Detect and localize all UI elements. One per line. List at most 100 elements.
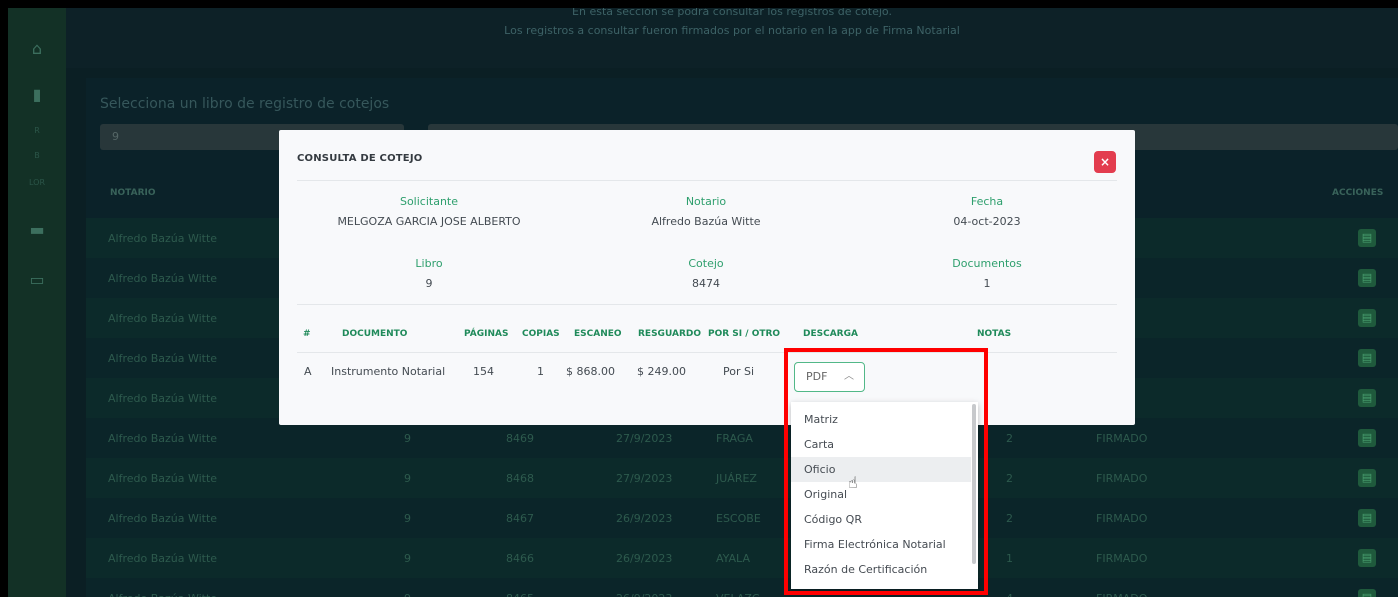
table-cell-docs: 2 [1006,472,1013,485]
table-cell-estado: FIRMADO [1096,552,1148,565]
column-header-paginas: PÁGINAS [464,329,509,339]
table-row: Alfredo Bazúa Witte 9 8468 27/9/2023 JUÁREZ 2… [86,458,1398,498]
table-cell-notario: Alfredo Bazúa Witte [108,232,218,245]
column-header-notas: NOTAS [977,329,1012,339]
table-cell-fecha: 27/9/2023 [616,432,673,445]
column-header-por-si-otro: POR SI / OTRO [708,329,781,339]
calendar-icon[interactable]: ▬ [26,221,48,239]
table-cell-fecha: 26/9/2023 [616,552,673,565]
table-cell-docs: 2 [1006,432,1013,445]
row-num: A [304,365,312,378]
table-cell-libro: 9 [404,512,411,525]
header-description: En esta sección se podrá consultar los r… [572,8,892,18]
solicitante-label: Solicitante [399,195,459,208]
sidebar-label-b: B [34,151,40,160]
view-record-icon[interactable]: ▤ [1358,309,1376,327]
table-cell-notario: Alfredo Bazúa Witte [108,432,218,445]
table-cell-notario: Alfredo Bazúa Witte [108,552,218,565]
sidebar-label-lor: LOR [28,178,46,187]
cotejo-modal: CONSULTA DE COTEJO × Solicitante MELGOZA… [279,130,1135,425]
table-cell-solicitante: AYALA [716,552,750,565]
view-record-icon[interactable]: ▤ [1358,469,1376,487]
cotejo-value: 8474 [692,277,720,290]
page-header: En esta sección se podrá consultar los r… [66,8,1398,68]
table-cell-notario: Alfredo Bazúa Witte [108,392,218,405]
table-cell-libro: 9 [404,552,411,565]
view-record-icon[interactable]: ▤ [1358,349,1376,367]
fecha-value: 04-oct-2023 [953,215,1021,228]
table-cell-estado: FIRMADO [1096,512,1148,525]
content-title: Selecciona un libro de registro de cotej… [100,96,390,112]
view-record-icon[interactable]: ▤ [1358,229,1376,247]
column-header-resguardo: RESGUARDO [638,329,701,339]
sidebar: ⌂ ▮ R B LOR ▬ ▭ [8,8,66,597]
row-copias: 1 [537,365,544,378]
view-record-icon[interactable]: ▤ [1358,509,1376,527]
view-record-icon[interactable]: ▤ [1358,269,1376,287]
column-header-escaneo: ESCANEO [574,329,622,339]
table-cell-notario: Alfredo Bazúa Witte [108,312,218,325]
table-cell-notario: Alfredo Bazúa Witte [108,472,218,485]
notario-label: Notario [685,195,727,208]
table-cell-libro: 9 [404,592,411,597]
row-resguardo: $ 249.00 [637,365,686,378]
sidebar-label-r: R [34,126,40,135]
table-row: Alfredo Bazúa Witte 9 8466 26/9/2023 AYALA 1 F… [86,538,1398,578]
column-header-documento: DOCUMENTO [342,329,408,339]
table-cell-notario: Alfredo Bazúa Witte [108,352,218,365]
column-header-copias: COPIAS [522,329,560,339]
column-header-num: # [303,329,311,339]
table-cell-notario: Alfredo Bazúa Witte [108,272,218,285]
view-record-icon[interactable]: ▤ [1358,589,1376,597]
libro-label: Libro [415,257,443,270]
table-row: Alfredo Bazúa Witte 9 8465 26/9/2023 VELAZC 4… [86,578,1398,597]
annotation-highlight-box [784,348,988,595]
table-cell-fecha: 26/9/2023 [616,592,672,597]
table-cell-cotejo: 8466 [506,552,534,565]
divider [297,180,1117,181]
document-icon[interactable]: ▮ [26,86,48,104]
card-icon[interactable]: ▭ [26,271,48,289]
modal-title: CONSULTA DE COTEJO [297,153,423,164]
table-cell-docs: 1 [1006,552,1013,565]
table-cell-estado: FIRMADO [1096,592,1147,597]
view-record-icon[interactable]: ▤ [1358,389,1376,407]
table-cell-fecha: 27/9/2023 [616,472,673,485]
column-header-acciones: ACCIONES [1332,188,1384,198]
column-header-notario: NOTARIO [110,188,156,198]
table-cell-docs: 4 [1006,592,1013,597]
table-cell-solicitante: JUÁREZ [716,472,757,485]
table-cell-fecha: 26/9/2023 [616,512,673,525]
table-cell-notario: Alfredo Bazúa Witte [108,512,218,525]
table-cell-solicitante: ESCOBE [716,512,761,525]
row-escaneo: $ 868.00 [566,365,615,378]
view-record-icon[interactable]: ▤ [1358,549,1376,567]
table-cell-libro: 9 [404,432,411,445]
row-documento: Instrumento Notarial [331,365,446,378]
table-cell-estado: FIRMADO [1096,432,1148,445]
table-cell-solicitante: VELAZC [716,592,760,597]
view-record-icon[interactable]: ▤ [1358,429,1376,447]
divider [297,304,1117,305]
table-row: Alfredo Bazúa Witte 9 8467 26/9/2023 ESCOBE 2… [86,498,1398,538]
table-cell-cotejo: 8469 [506,432,534,445]
table-cell-docs: 2 [1006,512,1013,525]
libro-value: 9 [425,277,433,290]
fecha-label: Fecha [970,195,1004,208]
row-por-si-otro: Por Si [723,365,755,378]
solicitante-value: MELGOZA GARCIA JOSE ALBERTO [337,215,521,228]
table-cell-estado: FIRMADO [1096,472,1148,485]
table-cell-cotejo: 8468 [506,472,534,485]
cotejo-label: Cotejo [688,257,724,270]
close-button[interactable]: × [1094,151,1116,173]
home-icon[interactable]: ⌂ [26,40,48,58]
column-header-descarga: DESCARGA [803,329,858,339]
documentos-label: Documentos [952,257,1022,270]
divider [297,352,1117,353]
table-cell-solicitante: FRAGA [716,432,753,445]
documentos-value: 1 [983,277,991,290]
table-cell-cotejo: 8467 [506,512,534,525]
table-cell-libro: 9 [404,472,411,485]
table-cell-notario: Alfredo Bazúa Witte [108,592,217,597]
row-paginas: 154 [473,365,494,378]
